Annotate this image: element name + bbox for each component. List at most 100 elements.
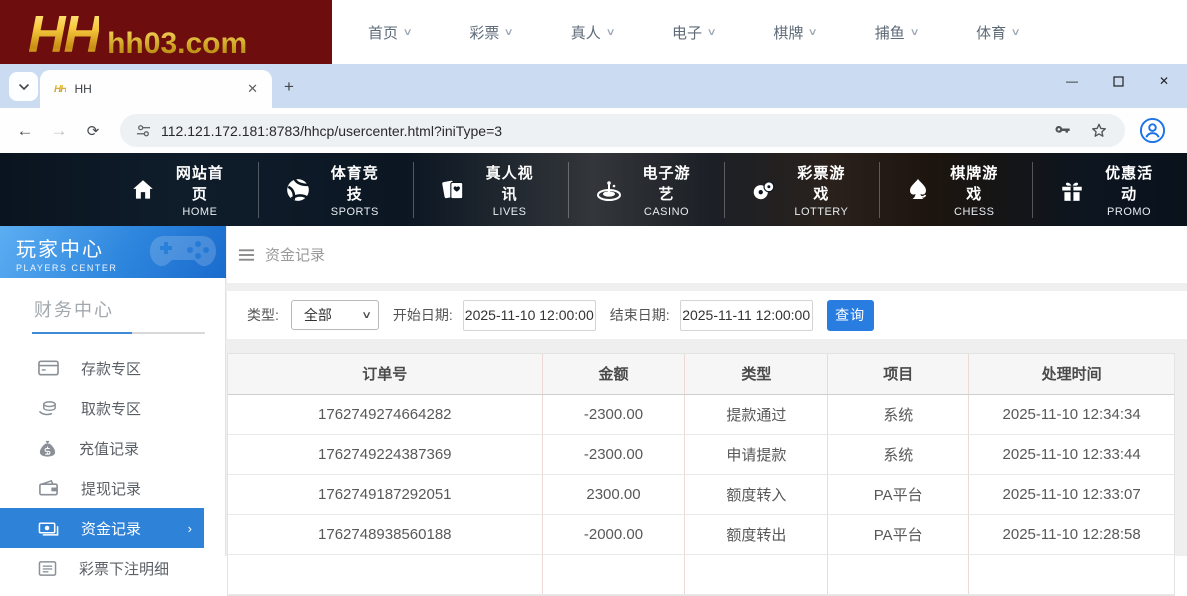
list-icon xyxy=(38,560,57,577)
chevron-down-icon: ∨ xyxy=(504,27,514,38)
sidebar-item-lottery-bet-details[interactable]: 彩票下注明细 xyxy=(0,548,225,588)
table-row: 1762748938560188 -2000.00 额度转出 PA平台 2025… xyxy=(228,514,1174,554)
game-nav-zh: 体育竞技 xyxy=(323,162,387,204)
top-nav-live[interactable]: 真人 ∨ xyxy=(571,22,614,43)
tab-title: HH xyxy=(74,82,243,96)
chevron-down-icon: ∨ xyxy=(605,27,615,38)
hamburger-menu-icon[interactable] xyxy=(238,248,255,262)
site-settings-icon[interactable] xyxy=(136,123,151,138)
game-nav-home[interactable]: 网站首页 HOME xyxy=(104,162,258,218)
top-nav-lottery[interactable]: 彩票 ∨ xyxy=(469,22,512,43)
top-nav-label: 捕鱼 xyxy=(875,22,905,43)
game-nav-zh: 优惠活动 xyxy=(1097,162,1161,204)
cell-process-time: 2025-11-10 12:33:44 xyxy=(969,434,1174,474)
forward-button[interactable]: → xyxy=(42,114,76,148)
hand-money-icon xyxy=(38,399,59,417)
main-panel: 资金记录 类型: 全部 ∨ 开始日期: 2025-11-10 12:00:00 … xyxy=(227,226,1187,556)
home-icon xyxy=(130,177,156,203)
top-nav: 首页 ∨ 彩票 ∨ 真人 ∨ 电子 ∨ 棋牌 ∨ 捕鱼 ∨ 体育 ∨ xyxy=(368,0,1019,64)
col-order-no: 订单号 xyxy=(228,354,542,394)
game-nav-promo[interactable]: 优惠活动 PROMO xyxy=(1032,162,1187,218)
page-title: 资金记录 xyxy=(265,244,325,265)
cell-type: 提款通过 xyxy=(685,394,828,434)
address-bar[interactable]: 112.121.172.181:8783/hhcp/usercenter.htm… xyxy=(120,114,1125,147)
game-nav-sports[interactable]: 体育竞技 SPORTS xyxy=(258,162,413,218)
end-date-label: 结束日期: xyxy=(610,305,670,325)
chevron-down-icon: ∨ xyxy=(909,27,919,38)
browser-tab-strip: HH HH ✕ + — ✕ xyxy=(0,64,1187,108)
maximize-button[interactable] xyxy=(1095,64,1141,98)
tab-search-button[interactable] xyxy=(9,72,38,101)
cell-amount: -2300.00 xyxy=(542,394,685,434)
bookmark-star-icon[interactable] xyxy=(1089,121,1109,141)
gift-icon xyxy=(1059,177,1085,203)
game-nav-zh: 真人视讯 xyxy=(478,162,542,204)
top-nav-sports[interactable]: 体育 ∨ xyxy=(976,22,1019,43)
cell-process-time: 2025-11-10 12:33:07 xyxy=(969,474,1174,514)
cash-icon xyxy=(38,519,59,537)
omnibox-actions xyxy=(1053,121,1109,141)
chevron-down-icon: ∨ xyxy=(808,27,818,38)
sidebar-item-withdrawal-records[interactable]: 提现记录 xyxy=(0,468,225,508)
top-nav-fishing[interactable]: 捕鱼 ∨ xyxy=(875,22,918,43)
game-nav-lives[interactable]: 真人视讯 LIVES xyxy=(413,162,568,218)
top-nav-chess[interactable]: 棋牌 ∨ xyxy=(773,22,816,43)
cell-order-no: 1762749224387369 xyxy=(228,434,542,474)
site-logo[interactable]: HH hh03.com xyxy=(0,0,332,64)
logo-domain-text: hh03.com xyxy=(107,27,247,60)
reload-button[interactable]: ⟳ xyxy=(76,114,110,148)
lotto-balls-icon xyxy=(751,177,777,203)
top-nav-label: 棋牌 xyxy=(773,22,803,43)
type-select[interactable]: 全部 ∨ xyxy=(291,300,379,330)
game-nav-en: PROMO xyxy=(1097,206,1161,218)
sidebar-item-label: 提现记录 xyxy=(81,478,141,499)
game-nav-zh: 彩票游戏 xyxy=(789,162,853,204)
table-row: 1762749187292051 2300.00 额度转入 PA平台 2025-… xyxy=(228,474,1174,514)
wallet-icon xyxy=(38,479,59,497)
players-center-banner: 玩家中心 PLAYERS CENTER xyxy=(0,226,226,278)
game-nav-chess[interactable]: 棋牌游戏 CHESS xyxy=(879,162,1032,218)
top-nav-label: 彩票 xyxy=(469,22,499,43)
minimize-button[interactable]: — xyxy=(1049,64,1095,98)
profile-avatar-icon[interactable] xyxy=(1139,117,1166,144)
top-nav-label: 体育 xyxy=(976,22,1006,43)
section-divider xyxy=(32,332,205,334)
url-text[interactable]: 112.121.172.181:8783/hhcp/usercenter.htm… xyxy=(161,123,1053,139)
cell-order-no: 1762748938560188 xyxy=(228,514,542,554)
sidebar-item-withdraw-zone[interactable]: 取款专区 xyxy=(0,388,225,428)
sidebar-item-label: 彩票下注明细 xyxy=(79,558,169,579)
type-select-value: 全部 xyxy=(304,305,332,325)
table-header-row: 订单号 金额 类型 项目 处理时间 xyxy=(228,354,1174,394)
search-button[interactable]: 查询 xyxy=(827,300,874,331)
top-nav-home[interactable]: 首页 ∨ xyxy=(368,22,411,43)
sidebar-item-recharge-records[interactable]: 充值记录 xyxy=(0,428,225,468)
start-date-input[interactable]: 2025-11-10 12:00:00 xyxy=(463,300,596,331)
new-tab-button[interactable]: + xyxy=(284,77,294,97)
end-date-input[interactable]: 2025-11-11 12:00:00 xyxy=(680,300,813,331)
top-nav-label: 电子 xyxy=(672,22,702,43)
cell-process-time: 2025-11-10 12:28:58 xyxy=(969,514,1174,554)
game-nav-en: LIVES xyxy=(478,206,542,218)
gamepad-icon xyxy=(146,230,220,278)
cell-project: PA平台 xyxy=(828,514,969,554)
sidebar-item-fund-records[interactable]: 资金记录 › xyxy=(0,508,204,548)
sidebar-item-deposit-zone[interactable]: 存款专区 xyxy=(0,348,225,388)
cell-project: PA平台 xyxy=(828,474,969,514)
password-key-icon[interactable] xyxy=(1053,121,1073,141)
tab-close-icon[interactable]: ✕ xyxy=(243,79,262,99)
game-nav-en: HOME xyxy=(168,206,232,218)
window-controls: — ✕ xyxy=(1049,64,1187,98)
game-nav-casino[interactable]: 电子游艺 CASINO xyxy=(568,162,725,218)
back-button[interactable]: ← xyxy=(8,114,42,148)
chevron-right-icon: › xyxy=(188,521,192,536)
cell-order-no: 1762749187292051 xyxy=(228,474,542,514)
top-nav-slots[interactable]: 电子 ∨ xyxy=(672,22,715,43)
table-row: 1762749274664282 -2300.00 提款通过 系统 2025-1… xyxy=(228,394,1174,434)
logo-hh-text: HH xyxy=(28,11,99,60)
type-label: 类型: xyxy=(247,305,279,325)
game-nav-lottery[interactable]: 彩票游戏 LOTTERY xyxy=(724,162,879,218)
game-nav-zh: 电子游艺 xyxy=(635,162,699,204)
browser-tab[interactable]: HH HH ✕ xyxy=(40,70,272,108)
fund-records-table: 订单号 金额 类型 项目 处理时间 1762749274664282 -2300… xyxy=(227,353,1175,596)
close-window-button[interactable]: ✕ xyxy=(1141,64,1187,98)
